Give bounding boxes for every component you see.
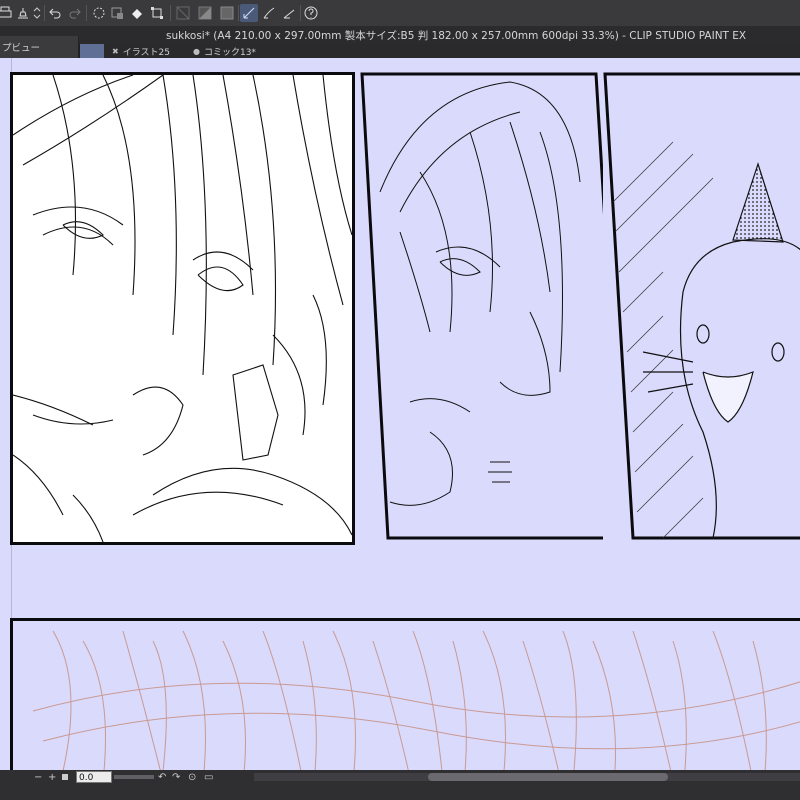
rotate-right-icon[interactable]: ↷: [172, 772, 180, 783]
pen-icon[interactable]: [240, 4, 258, 22]
clear-icon[interactable]: [174, 4, 192, 22]
flip-icon[interactable]: ▭: [204, 772, 213, 783]
loading-icon[interactable]: [90, 4, 108, 22]
title-bar: sukkosi* (A4 210.00 x 297.00mm 製本サイズ:B5 …: [0, 26, 800, 44]
scrollbar-thumb[interactable]: [428, 773, 668, 781]
active-document-tab[interactable]: [80, 44, 104, 58]
comic-panel-4[interactable]: [10, 618, 800, 770]
transform-icon[interactable]: [148, 4, 166, 22]
undo-icon[interactable]: [46, 4, 64, 22]
help-icon[interactable]: [302, 4, 320, 22]
invert-icon[interactable]: [218, 4, 236, 22]
tab-comic13[interactable]: ● コミック13*: [193, 44, 256, 58]
fill-selection-icon[interactable]: [196, 4, 214, 22]
comic-panel-1[interactable]: [10, 72, 355, 545]
preview-panel-tab[interactable]: プビュー: [0, 36, 79, 58]
zoom-out-button[interactable]: −: [34, 772, 42, 783]
zoom-in-button[interactable]: +: [48, 772, 56, 783]
window-title: sukkosi* (A4 210.00 x 297.00mm 製本サイズ:B5 …: [166, 30, 747, 42]
pencil-icon[interactable]: [260, 4, 278, 22]
panel-4-sketch: [32, 630, 800, 770]
tab-comic13-label: コミック13*: [203, 47, 256, 58]
fill-icon[interactable]: [128, 4, 146, 22]
rotate-left-icon[interactable]: ↶: [158, 772, 166, 783]
selection-launcher-icon[interactable]: [108, 4, 126, 22]
document-tab-bar: [80, 44, 800, 58]
unsaved-dot-icon: ●: [193, 46, 200, 56]
comic-panel-3[interactable]: [603, 72, 800, 540]
status-bar: − + 0.0 ↶ ↷ ⊙ ▭: [0, 770, 800, 800]
reset-rotation-icon[interactable]: ⊙: [188, 772, 196, 783]
preview-panel-label: プビュー: [2, 43, 41, 54]
panel-3-artwork: [603, 72, 800, 540]
zoom-slider[interactable]: [114, 775, 154, 779]
zoom-reset-icon[interactable]: [62, 774, 68, 780]
redo-icon[interactable]: [66, 4, 84, 22]
print-icon[interactable]: [0, 4, 14, 22]
comic-panel-2[interactable]: [360, 72, 628, 542]
zoom-value-field[interactable]: 0.0: [76, 771, 112, 783]
panel-2-artwork: [360, 72, 626, 540]
panel-1-artwork: [12, 74, 353, 543]
close-icon[interactable]: ✖: [112, 47, 119, 56]
command-bar: [0, 0, 800, 27]
brush-icon[interactable]: [280, 4, 298, 22]
drawing-canvas[interactable]: [0, 58, 800, 770]
tab-illust25[interactable]: ✖ イラスト25: [112, 44, 170, 58]
tab-illust25-label: イラスト25: [122, 47, 170, 58]
